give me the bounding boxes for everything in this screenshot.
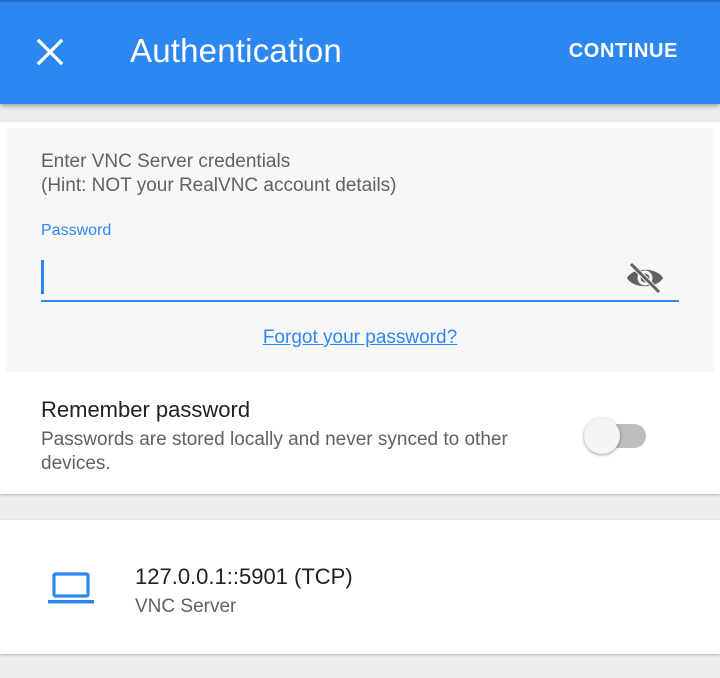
eye-off-icon (627, 262, 663, 294)
text-cursor (41, 260, 44, 294)
password-field[interactable] (41, 256, 679, 302)
server-address: 127.0.0.1::5901 (TCP) (135, 564, 353, 589)
password-label: Password (41, 222, 112, 239)
remember-password-title: Remember password (41, 397, 251, 422)
remember-password-description: Passwords are stored locally and never s… (41, 429, 508, 474)
remember-password-toggle[interactable] (584, 418, 648, 454)
laptop-icon (48, 572, 94, 604)
toggle-password-visibility-button[interactable] (623, 260, 667, 296)
page-title: Authentication (130, 32, 342, 69)
credentials-hint: Enter VNC Server credentials (Hint: NOT … (41, 150, 397, 198)
status-strip (0, 0, 720, 2)
credentials-card: Enter VNC Server credentials (Hint: NOT … (0, 122, 720, 494)
forgot-password-link[interactable]: Forgot your password? (6, 327, 714, 349)
close-icon (36, 38, 64, 66)
server-card[interactable]: 127.0.0.1::5901 (TCP) VNC Server (0, 520, 720, 654)
close-button[interactable] (26, 28, 74, 76)
server-type: VNC Server (135, 596, 237, 617)
continue-button[interactable]: CONTINUE (569, 40, 678, 63)
hint-line-1: Enter VNC Server credentials (41, 151, 291, 172)
toggle-thumb (584, 418, 620, 454)
app-bar: Authentication CONTINUE (0, 0, 720, 104)
credentials-section: Enter VNC Server credentials (Hint: NOT … (6, 128, 714, 372)
hint-line-2: (Hint: NOT your RealVNC account details) (41, 175, 397, 196)
